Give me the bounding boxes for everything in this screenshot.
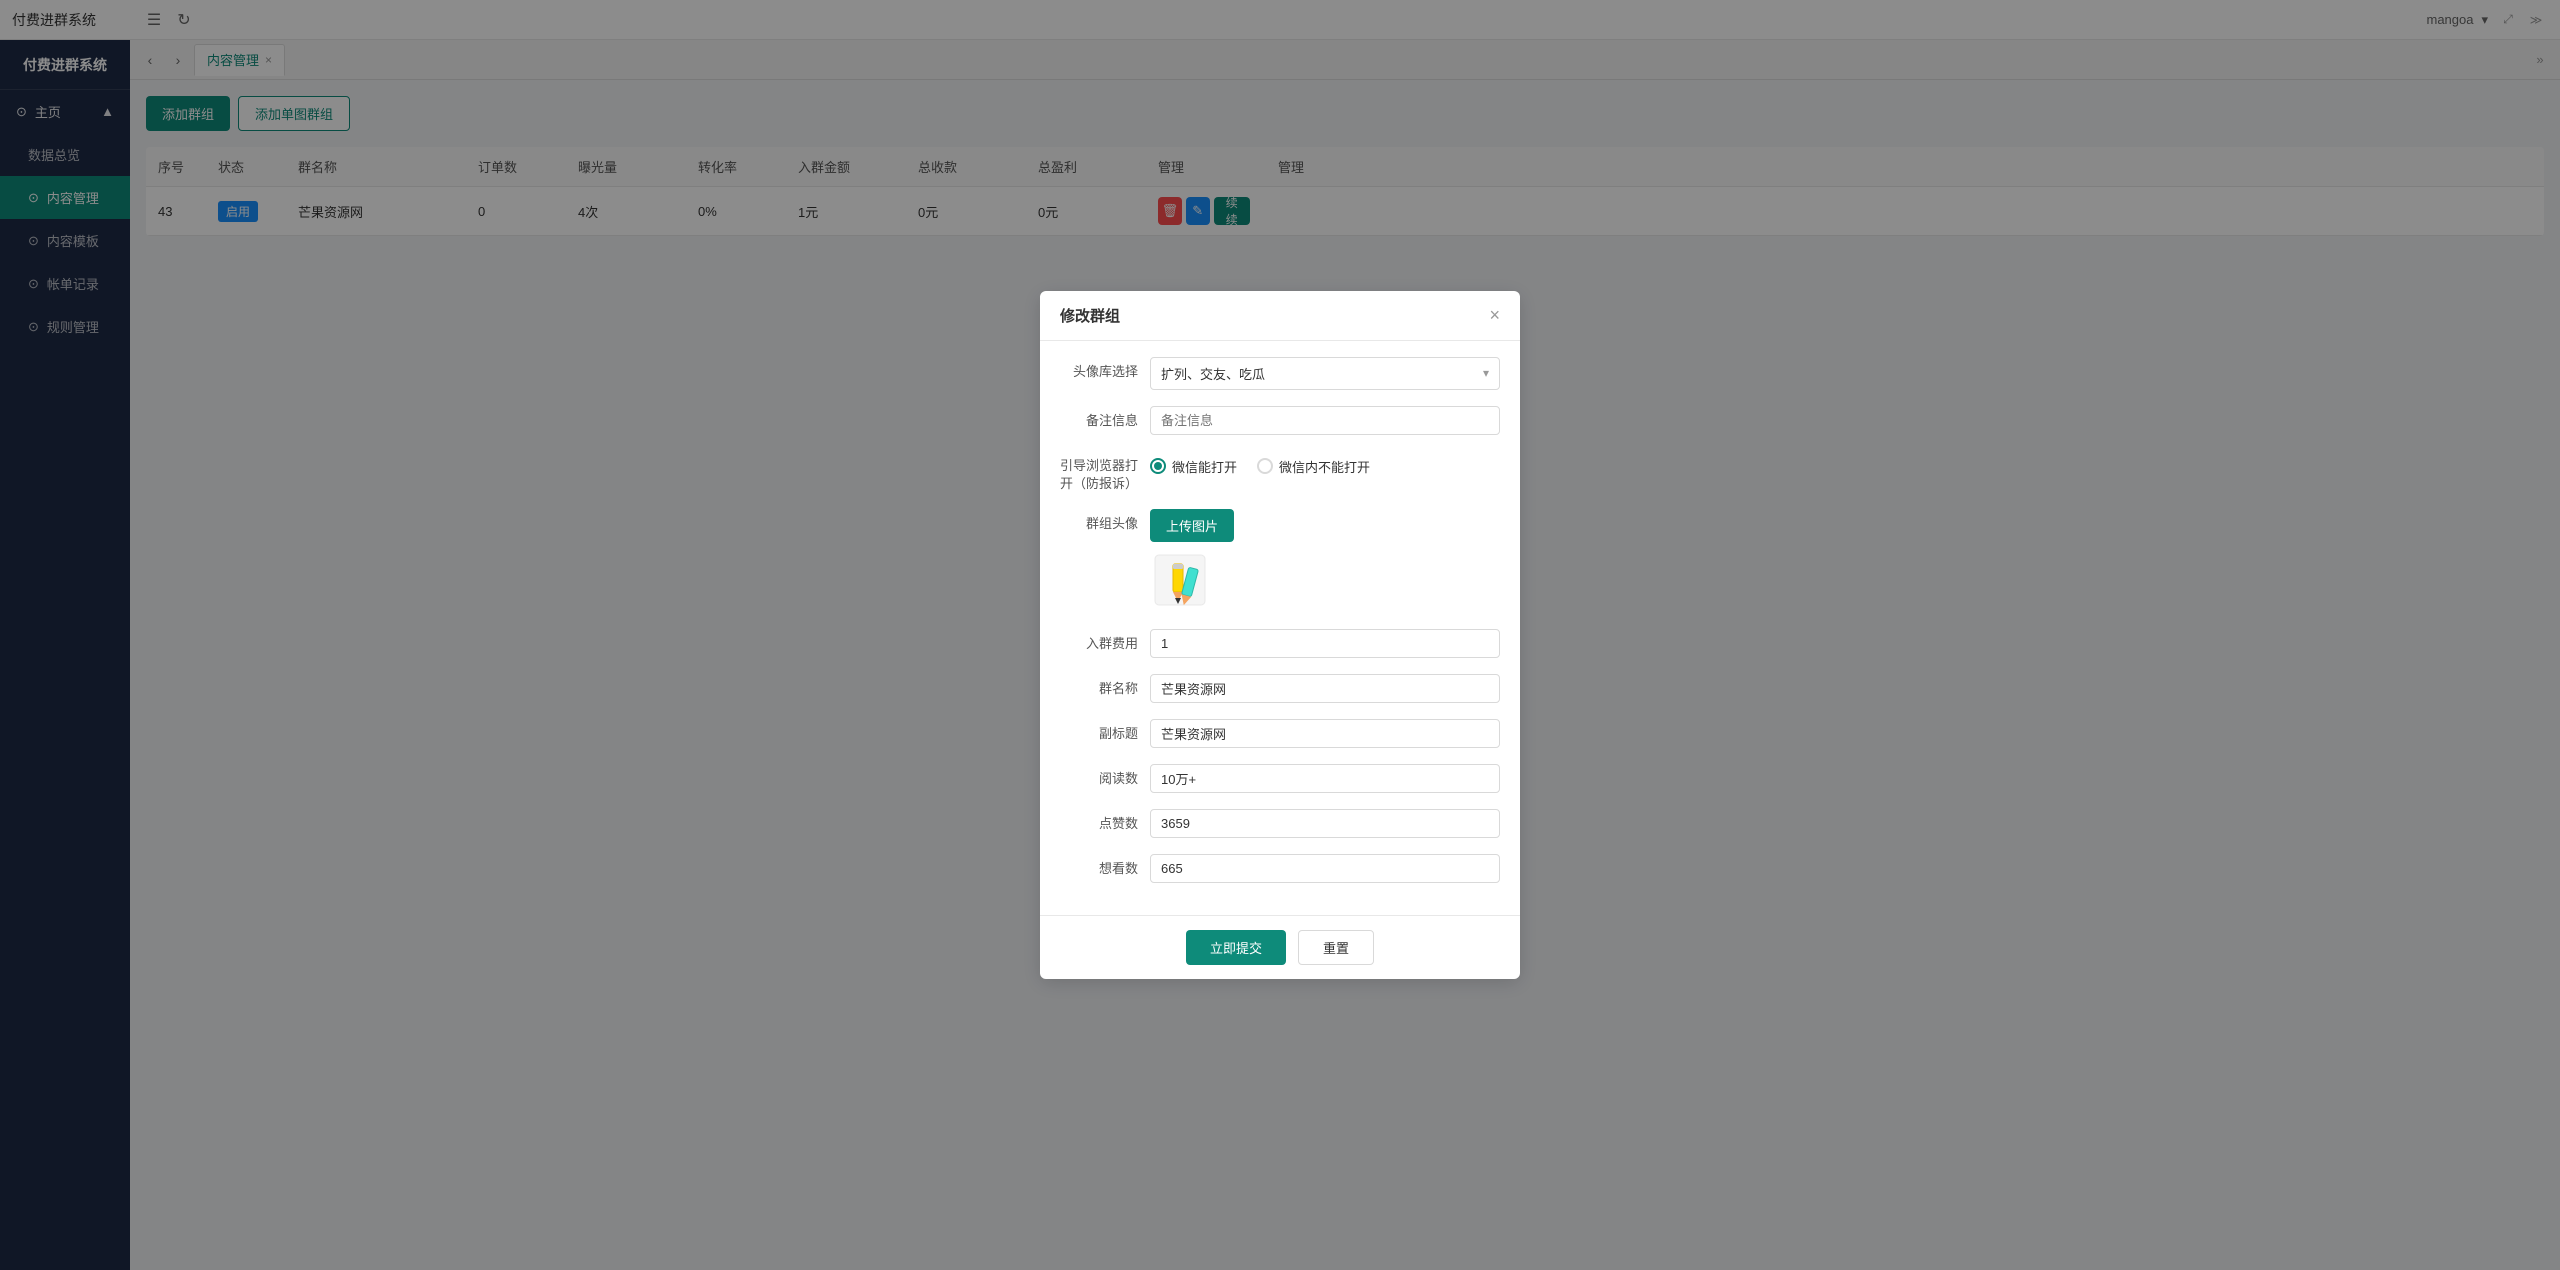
browser-open-control: 微信能打开 微信内不能打开 (1150, 451, 1500, 476)
remark-label: 备注信息 (1060, 406, 1150, 430)
reset-button[interactable]: 重置 (1298, 930, 1374, 965)
avatar-library-control: 扩列、交友、吃瓜 ▾ (1150, 357, 1500, 390)
modal-overlay: 修改群组 × 头像库选择 扩列、交友、吃瓜 ▾ (0, 0, 2560, 1270)
like-count-input[interactable] (1150, 809, 1500, 838)
pencil-preview-icon (1150, 550, 1210, 610)
like-count-control (1150, 809, 1500, 838)
subtitle-label: 副标题 (1060, 719, 1150, 743)
read-count-row: 阅读数 (1060, 764, 1500, 793)
submit-button[interactable]: 立即提交 (1186, 930, 1286, 965)
radio-option2[interactable]: 微信内不能打开 (1257, 457, 1370, 476)
remark-control (1150, 406, 1500, 435)
upload-area (1150, 550, 1500, 613)
avatar-library-label: 头像库选择 (1060, 357, 1150, 381)
modal-header: 修改群组 × (1040, 291, 1520, 341)
radio-group: 微信能打开 微信内不能打开 (1150, 451, 1500, 476)
modal-footer: 立即提交 重置 (1040, 915, 1520, 979)
radio-dot-2 (1257, 458, 1273, 474)
avatar-library-select-wrapper: 扩列、交友、吃瓜 ▾ (1150, 357, 1500, 390)
edit-modal: 修改群组 × 头像库选择 扩列、交友、吃瓜 ▾ (1040, 291, 1520, 979)
avatar-library-select[interactable]: 扩列、交友、吃瓜 ▾ (1150, 357, 1500, 390)
remark-input[interactable] (1150, 406, 1500, 435)
group-name-input[interactable] (1150, 674, 1500, 703)
group-name-control (1150, 674, 1500, 703)
like-count-row: 点赞数 (1060, 809, 1500, 838)
subtitle-row: 副标题 (1060, 719, 1500, 748)
radio-dot-1 (1150, 458, 1166, 474)
remark-row: 备注信息 (1060, 406, 1500, 435)
group-avatar-label: 群组头像 (1060, 509, 1150, 533)
view-count-input[interactable] (1150, 854, 1500, 883)
group-avatar-control: 上传图片 (1150, 509, 1500, 613)
view-count-row: 想看数 (1060, 854, 1500, 883)
browser-open-row: 引导浏览器打开（防报诉） 微信能打开 微信内不能打开 (1060, 451, 1500, 493)
select-arrow-icon: ▾ (1483, 366, 1489, 380)
join-fee-label: 入群费用 (1060, 629, 1150, 653)
radio-label-1: 微信能打开 (1172, 457, 1237, 476)
radio-label-2: 微信内不能打开 (1279, 457, 1370, 476)
radio-option1[interactable]: 微信能打开 (1150, 457, 1237, 476)
read-count-control (1150, 764, 1500, 793)
view-count-label: 想看数 (1060, 854, 1150, 878)
read-count-label: 阅读数 (1060, 764, 1150, 788)
group-name-row: 群名称 (1060, 674, 1500, 703)
group-avatar-row: 群组头像 上传图片 (1060, 509, 1500, 613)
avatar-library-row: 头像库选择 扩列、交友、吃瓜 ▾ (1060, 357, 1500, 390)
app-container: 付费进群系统 ☰ ↻ mangoa ▾ ⤢ ≫ 付费进群系统 ⊙ 主页 (0, 0, 2560, 1270)
join-fee-control (1150, 629, 1500, 658)
group-name-label: 群名称 (1060, 674, 1150, 698)
read-count-input[interactable] (1150, 764, 1500, 793)
view-count-control (1150, 854, 1500, 883)
modal-body: 头像库选择 扩列、交友、吃瓜 ▾ 备注信息 (1040, 341, 1520, 915)
upload-image-button[interactable]: 上传图片 (1150, 509, 1234, 542)
join-fee-row: 入群费用 (1060, 629, 1500, 658)
like-count-label: 点赞数 (1060, 809, 1150, 833)
subtitle-control (1150, 719, 1500, 748)
modal-close-button[interactable]: × (1489, 306, 1500, 324)
modal-title: 修改群组 (1060, 305, 1120, 326)
join-fee-input[interactable] (1150, 629, 1500, 658)
browser-open-label: 引导浏览器打开（防报诉） (1060, 451, 1150, 493)
avatar-library-value: 扩列、交友、吃瓜 (1161, 364, 1265, 383)
subtitle-input[interactable] (1150, 719, 1500, 748)
